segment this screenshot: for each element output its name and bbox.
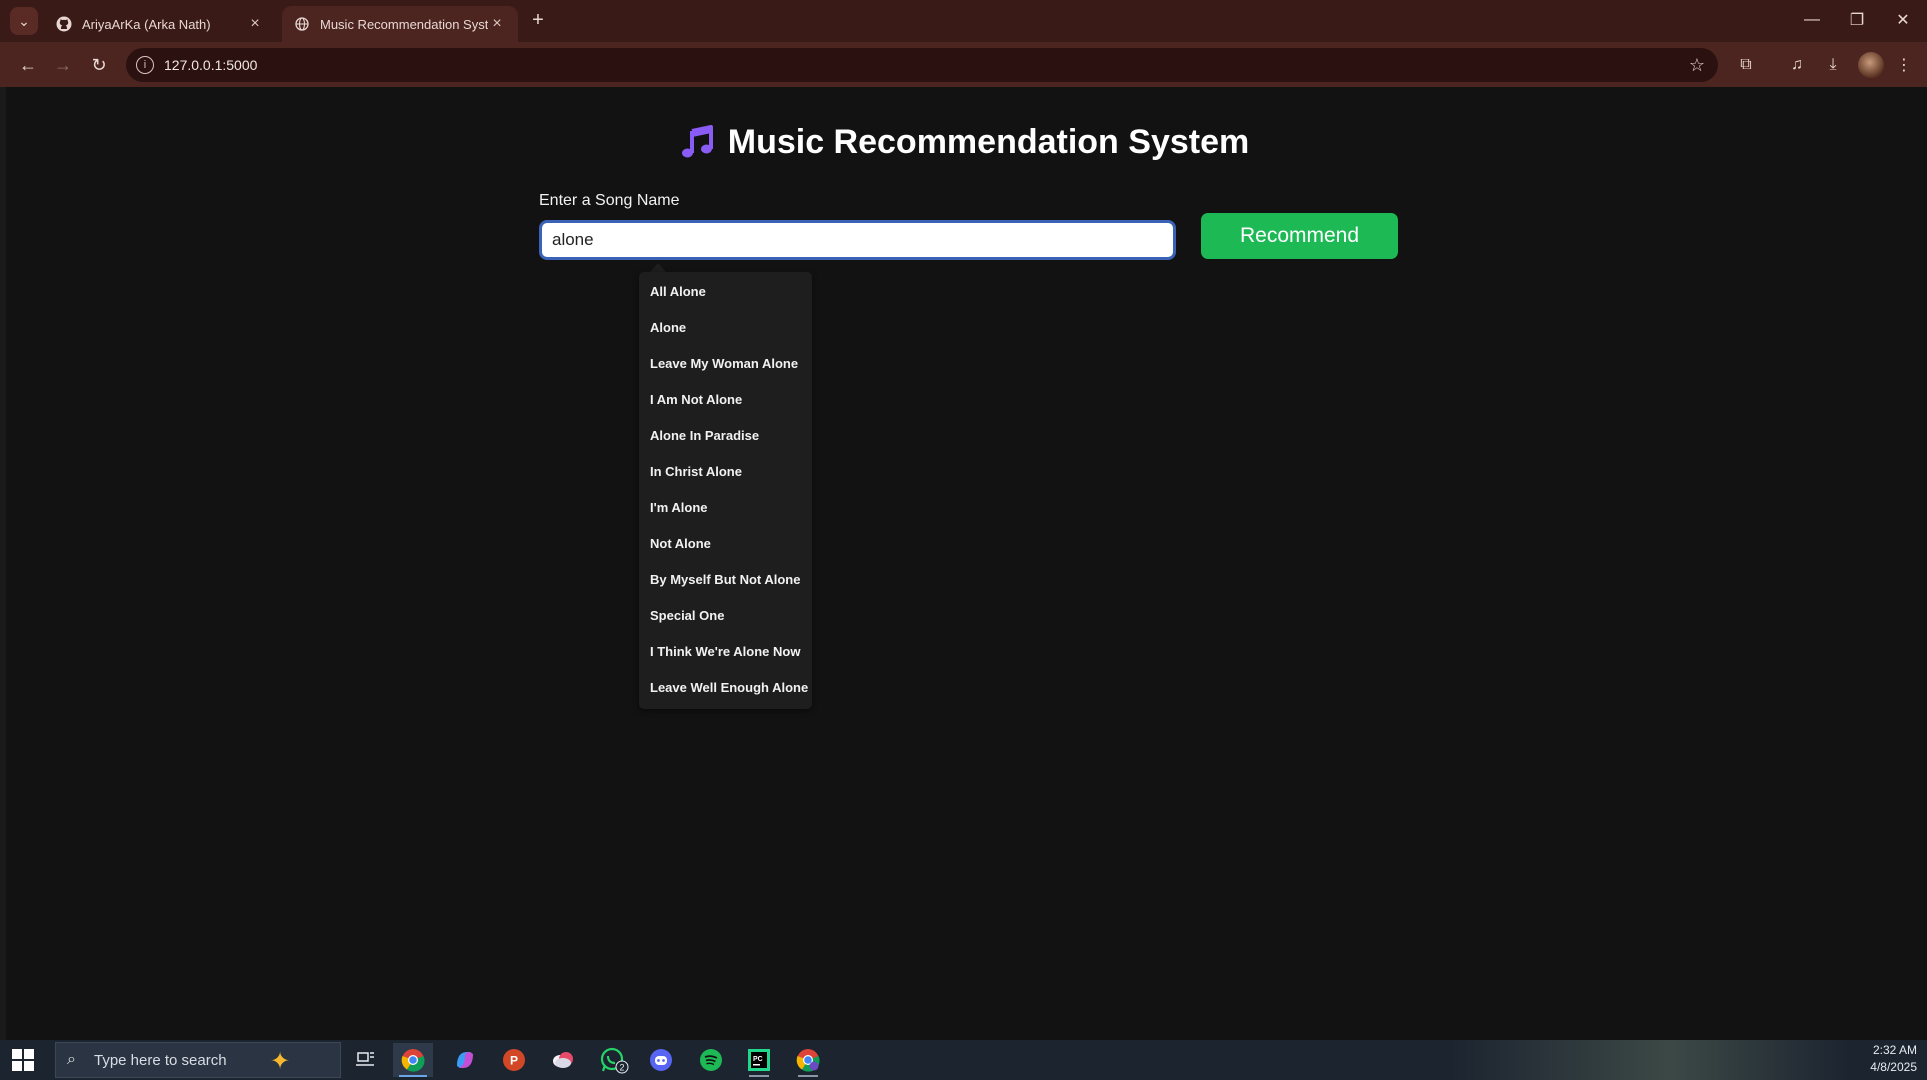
media-controls-icon[interactable]: ♫ [1782,50,1812,80]
whatsapp-icon[interactable]: 2 [594,1043,634,1077]
url-text: 127.0.0.1:5000 [164,57,258,73]
address-bar[interactable]: i 127.0.0.1:5000 [126,48,1718,82]
arrow-left-icon: ← [19,54,37,75]
forward-button[interactable]: → [48,50,78,80]
pycharm-icon[interactable]: PC [739,1043,779,1077]
taskbar-search[interactable]: ⌕ Type here to search ✦ [55,1042,341,1078]
suggestion-item[interactable]: I Think We're Alone Now [650,644,800,659]
search-icon: ⌕ [67,1051,76,1068]
tab-title: Music Recommendation System [320,16,488,32]
close-icon[interactable]: × [246,15,264,33]
close-icon: ✕ [1896,12,1910,29]
task-view-icon[interactable] [345,1043,385,1077]
info-icon[interactable]: i [136,56,154,74]
globe-icon [294,16,310,32]
tab-github[interactable]: AriyaArKa (Arka Nath) × [44,6,276,42]
page-heading: Music Recommendation System [0,122,1927,162]
bookmark-star-icon[interactable]: ☆ [1682,50,1712,80]
restore-button[interactable]: ❐ [1842,8,1872,32]
close-window-button[interactable]: ✕ [1888,8,1918,32]
tab-list-button[interactable]: ⌄ [10,7,38,35]
extensions-icon[interactable]: ⧉ [1731,50,1761,80]
github-icon [56,16,72,32]
taskbar-glow [1450,1040,1850,1080]
suggestion-item[interactable]: Special One [650,608,724,623]
spotify-icon[interactable] [691,1043,731,1077]
svg-text:PC: PC [753,1056,763,1063]
menu-kebab-icon[interactable]: ⋮ [1889,50,1919,80]
suggestion-item[interactable]: Alone In Paradise [650,428,759,443]
suggestions-dropdown: All Alone Alone Leave My Woman Alone I A… [639,272,812,709]
whatsapp-badge: 2 [619,1063,624,1073]
powerpoint-icon[interactable]: P [494,1043,534,1077]
suggestion-item[interactable]: Not Alone [650,536,711,551]
chrome-profile-taskbar-icon[interactable] [788,1043,828,1077]
page-title: Music Recommendation System [727,122,1250,161]
suggestion-item[interactable]: By Myself But Not Alone [650,572,800,587]
svg-text:P: P [510,1054,518,1068]
recommend-button[interactable]: Recommend [1201,213,1398,259]
reload-button[interactable]: ↻ [84,50,114,80]
suggestion-item[interactable]: Alone [650,320,686,335]
tab-title: AriyaArKa (Arka Nath) [82,16,211,32]
suggestion-item[interactable]: Leave My Woman Alone [650,356,798,371]
copilot-icon[interactable] [445,1043,485,1077]
arrow-right-icon: → [54,54,72,75]
suggestion-item[interactable]: I'm Alone [650,500,708,515]
suggestion-item[interactable]: In Christ Alone [650,464,742,479]
windows-start-icon[interactable] [12,1049,34,1071]
download-icon[interactable]: ⤓ [1818,50,1848,80]
reload-icon: ↻ [91,54,107,75]
suggestion-pointer [650,263,666,272]
back-button[interactable]: ← [13,50,43,80]
minimize-button[interactable]: — [1797,8,1827,32]
system-clock[interactable]: 2:32 AM 4/8/2025 [1870,1042,1917,1076]
plus-icon: + [532,8,544,31]
discord-icon[interactable] [641,1043,681,1077]
new-tab-button[interactable]: + [526,8,550,32]
clock-time: 2:32 AM [1872,1043,1917,1057]
chevron-down-icon: ⌄ [18,12,30,29]
suggestion-item[interactable]: Leave Well Enough Alone [650,680,808,695]
clock-date: 4/8/2025 [1870,1060,1917,1074]
chrome-taskbar-icon[interactable] [393,1043,433,1077]
minimize-icon: — [1804,11,1820,28]
suggestion-item[interactable]: I Am Not Alone [650,392,742,407]
window-edge [0,87,6,1040]
music-note-icon [679,124,716,160]
copilot-sparkle-icon: ✦ [270,1048,291,1075]
tab-music-recommendation[interactable]: Music Recommendation System × [282,6,518,42]
song-name-input[interactable] [539,220,1176,260]
suggestion-item[interactable]: All Alone [650,284,706,299]
restore-icon: ❐ [1849,12,1865,29]
cloud-app-icon[interactable] [543,1043,583,1077]
song-name-label: Enter a Song Name [539,192,680,209]
taskbar-search-placeholder: Type here to search [94,1051,227,1069]
avatar[interactable] [1858,52,1884,78]
close-icon[interactable]: × [488,15,506,33]
